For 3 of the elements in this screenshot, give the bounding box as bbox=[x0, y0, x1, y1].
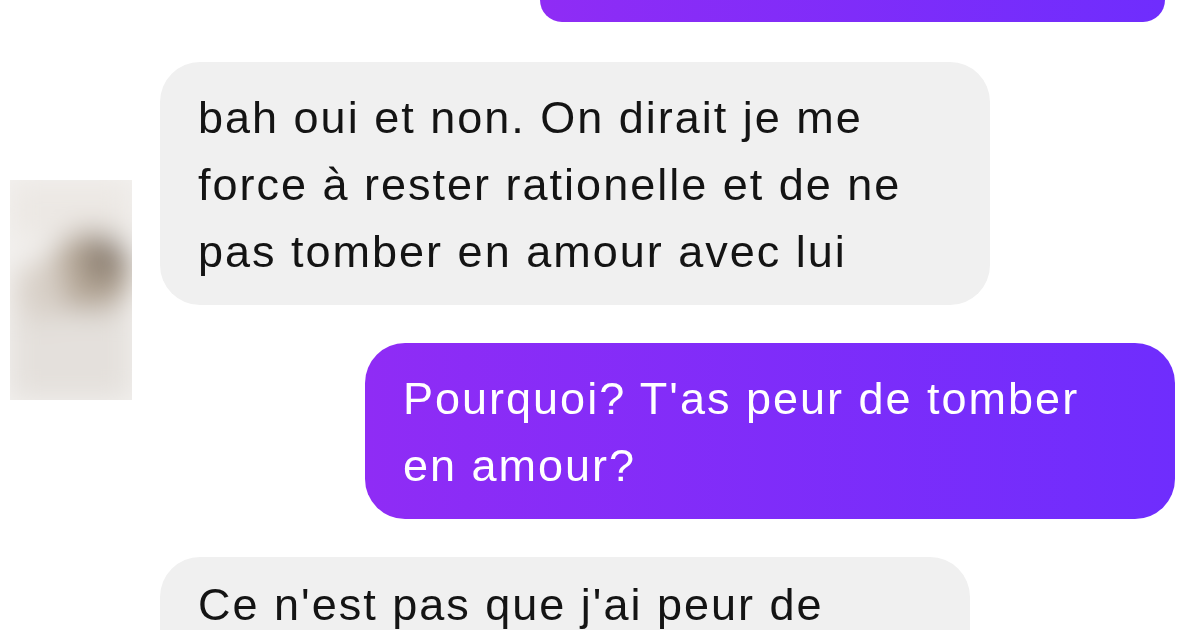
message-bubble: Ce n'est pas que j'ai peur de bbox=[160, 557, 970, 630]
message-bubble: Pourquoi? T'as peur de tomber en amour? bbox=[365, 343, 1175, 519]
message-bubble: bah oui et non. On dirait je me force à rester rationelle et de ne pas tomber en amour avec lui bbox=[160, 62, 990, 305]
